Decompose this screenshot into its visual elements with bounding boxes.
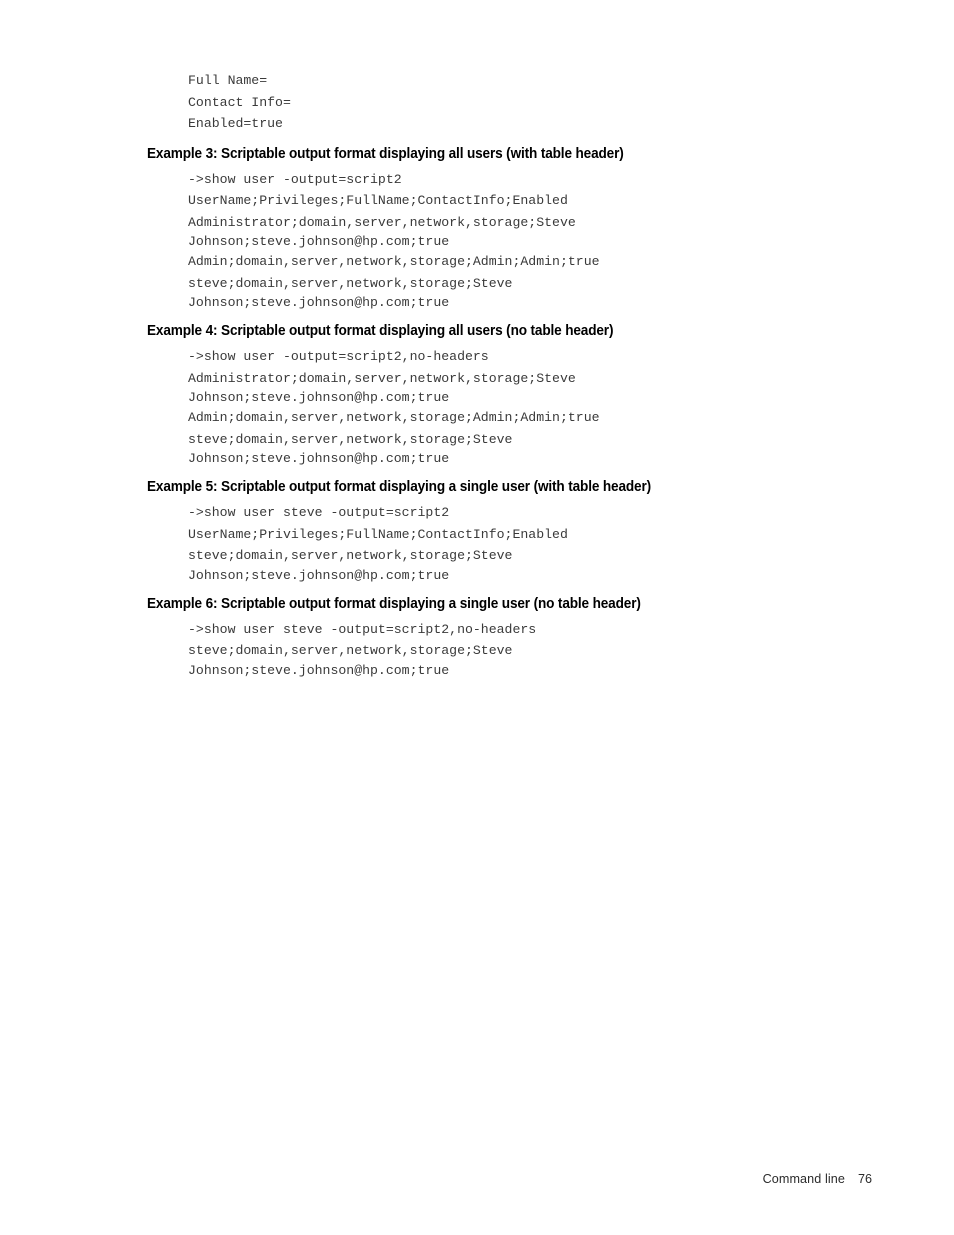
code-line: Johnson;steve.johnson@hp.com;true [188, 390, 450, 405]
code-line: ->show user steve -output=script2 [188, 505, 450, 520]
example-output-3: ->show user -output=script2 UserName;Pri… [147, 169, 847, 313]
code-line: steve;domain,server,network,storage;Stev… [188, 275, 513, 291]
code-line: UserName;Privileges;FullName;ContactInfo… [188, 193, 568, 208]
code-line: steve;domain,server,network,storage;Stev… [188, 431, 513, 447]
code-line: Contact Info= [188, 94, 291, 110]
code-line: Full Name= [188, 73, 268, 88]
example-heading-5: Example 5: Scriptable output format disp… [147, 479, 652, 495]
code-line: Administrator;domain,server,network,stor… [188, 370, 576, 386]
example-heading-4: Example 4: Scriptable output format disp… [147, 323, 614, 339]
code-line: Johnson;steve.johnson@hp.com;true [188, 295, 450, 310]
top-output-block: Full Name= Contact Info= Enabled=true [147, 70, 847, 135]
code-line: Johnson;steve.johnson@hp.com;true [188, 567, 450, 583]
footer-page-number: 76 [857, 1172, 872, 1186]
code-line: ->show user -output=script2,no-headers [188, 349, 489, 364]
example-output-6: ->show user steve -output=script2,no-hea… [147, 619, 847, 680]
footer-section-label: Command line [762, 1172, 845, 1186]
code-line: Admin;domain,server,network,storage;Admi… [188, 410, 600, 425]
page-footer: Command line 76 [0, 1158, 872, 1200]
example-output-5: ->show user steve -output=script2 UserNa… [147, 502, 847, 585]
code-line: Johnson;steve.johnson@hp.com;true [188, 662, 450, 678]
code-line: steve;domain,server,network,storage;Stev… [188, 643, 513, 658]
code-line: steve;domain,server,network,storage;Stev… [188, 548, 513, 563]
code-line: Enabled=true [188, 116, 283, 131]
example-heading-3: Example 3: Scriptable output format disp… [147, 145, 624, 162]
code-line: Admin;domain,server,network,storage;Admi… [188, 254, 600, 269]
example-heading-6: Example 6: Scriptable output format disp… [147, 595, 641, 612]
code-line: Administrator;domain,server,network,stor… [188, 214, 576, 230]
example-output-4: ->show user -output=script2,no-headers A… [147, 346, 847, 468]
code-line: UserName;Privileges;FullName;ContactInfo… [188, 526, 568, 542]
code-line: Johnson;steve.johnson@hp.com;true [188, 451, 450, 466]
code-line: ->show user steve -output=script2,no-hea… [188, 621, 537, 637]
page-content: Full Name= Contact Info= Enabled=true Ex… [147, 70, 847, 680]
code-line: ->show user -output=script2 [188, 171, 402, 187]
code-line: Johnson;steve.johnson@hp.com;true [188, 234, 450, 249]
document-page: Full Name= Contact Info= Enabled=true Ex… [0, 0, 954, 1235]
